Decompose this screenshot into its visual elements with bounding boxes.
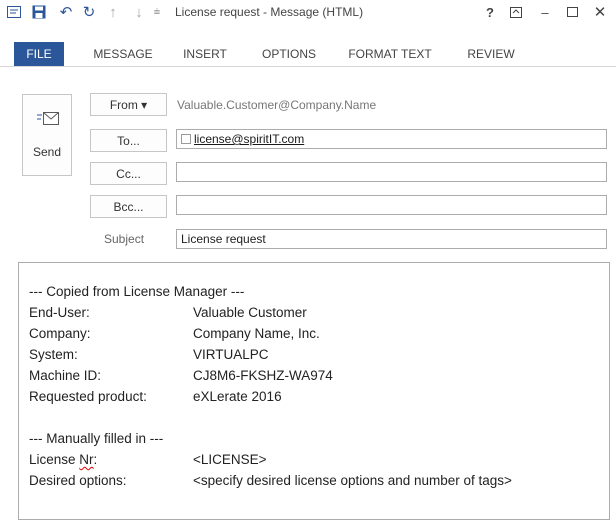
body-value: VIRTUALPC: [193, 347, 269, 362]
window-title: License request - Message (HTML): [175, 5, 364, 19]
body-value: Company Name, Inc.: [193, 326, 320, 341]
body-value: CJ8M6-FKSHZ-WA974: [193, 368, 333, 383]
spellcheck-word[interactable]: Nr: [79, 452, 93, 467]
down-arrow-icon[interactable]: ↓: [130, 3, 148, 21]
message-icon[interactable]: [5, 3, 23, 21]
bcc-button[interactable]: Bcc...: [90, 195, 167, 218]
ribbon-tabs: FILE MESSAGE INSERT OPTIONS FORMAT TEXT …: [0, 26, 616, 66]
body-value: Valuable Customer: [193, 305, 307, 320]
license-key-suffix: :: [93, 452, 98, 467]
body-key: Machine ID:: [29, 368, 102, 383]
body-row: Machine ID: CJ8M6-FKSHZ-WA974: [29, 365, 609, 386]
title-bar: ↶ ↻ ↑ ↓ ⩧ License request - Message (HTM…: [0, 0, 616, 24]
body-row: End-User: Valuable Customer: [29, 302, 609, 323]
redo-icon[interactable]: ↻: [80, 3, 98, 21]
subject-label: Subject: [104, 232, 145, 246]
customize-icon[interactable]: ⩧: [148, 3, 166, 21]
tab-file[interactable]: FILE: [14, 42, 64, 66]
to-field[interactable]: license@spiritIT.com: [176, 129, 607, 149]
recipient-chip[interactable]: license@spiritIT.com: [181, 132, 304, 146]
body-key: Requested product:: [29, 389, 147, 404]
cc-button[interactable]: Cc...: [90, 162, 167, 185]
body-key: System:: [29, 347, 78, 362]
ribbon-display-icon[interactable]: [505, 2, 527, 22]
from-button[interactable]: From ▾: [90, 93, 167, 116]
save-icon[interactable]: [30, 3, 48, 21]
body-row: Requested product: eXLerate 2016: [29, 386, 609, 407]
message-body[interactable]: --- Copied from License Manager --- End-…: [18, 262, 610, 520]
body-value: eXLerate 2016: [193, 389, 282, 404]
options-value: <specify desired license options and num…: [193, 473, 512, 488]
up-arrow-icon[interactable]: ↑: [104, 3, 122, 21]
license-value: <LICENSE>: [193, 452, 267, 467]
tab-options[interactable]: OPTIONS: [256, 43, 322, 65]
send-button[interactable]: Send: [22, 94, 72, 176]
subject-field[interactable]: License request: [176, 229, 607, 249]
undo-icon[interactable]: ↶: [57, 3, 75, 21]
cc-field[interactable]: [176, 162, 607, 182]
bcc-field[interactable]: [176, 195, 607, 215]
send-label: Send: [32, 145, 62, 159]
body-row: Desired options: <specify desired licens…: [29, 470, 609, 491]
license-nr-key: License Nr:: [29, 449, 97, 470]
tab-insert[interactable]: INSERT: [178, 43, 232, 65]
tab-format-text[interactable]: FORMAT TEXT: [344, 43, 436, 65]
to-button[interactable]: To...: [90, 129, 167, 152]
section-copied-title: --- Copied from License Manager ---: [29, 284, 245, 299]
send-icon: [37, 112, 59, 125]
help-button[interactable]: ?: [479, 2, 501, 22]
tab-message[interactable]: MESSAGE: [88, 43, 158, 65]
recipient-address: license@spiritIT.com: [194, 132, 305, 146]
ribbon-divider: [0, 66, 616, 67]
options-key: Desired options:: [29, 473, 127, 488]
minimize-icon[interactable]: –: [534, 2, 556, 22]
body-key: Company:: [29, 326, 91, 341]
body-row: System: VIRTUALPC: [29, 344, 609, 365]
license-key-prefix: License: [29, 452, 80, 467]
body-row: Company: Company Name, Inc.: [29, 323, 609, 344]
body-row: License Nr: <LICENSE>: [29, 449, 609, 470]
maximize-icon[interactable]: [561, 2, 583, 22]
recipient-checkbox-icon: [181, 134, 191, 144]
section-manual-title: --- Manually filled in ---: [29, 431, 164, 446]
tab-review[interactable]: REVIEW: [461, 43, 521, 65]
body-key: End-User:: [29, 305, 90, 320]
from-address: Valuable.Customer@Company.Name: [177, 98, 377, 112]
close-icon[interactable]: ✕: [589, 2, 611, 22]
